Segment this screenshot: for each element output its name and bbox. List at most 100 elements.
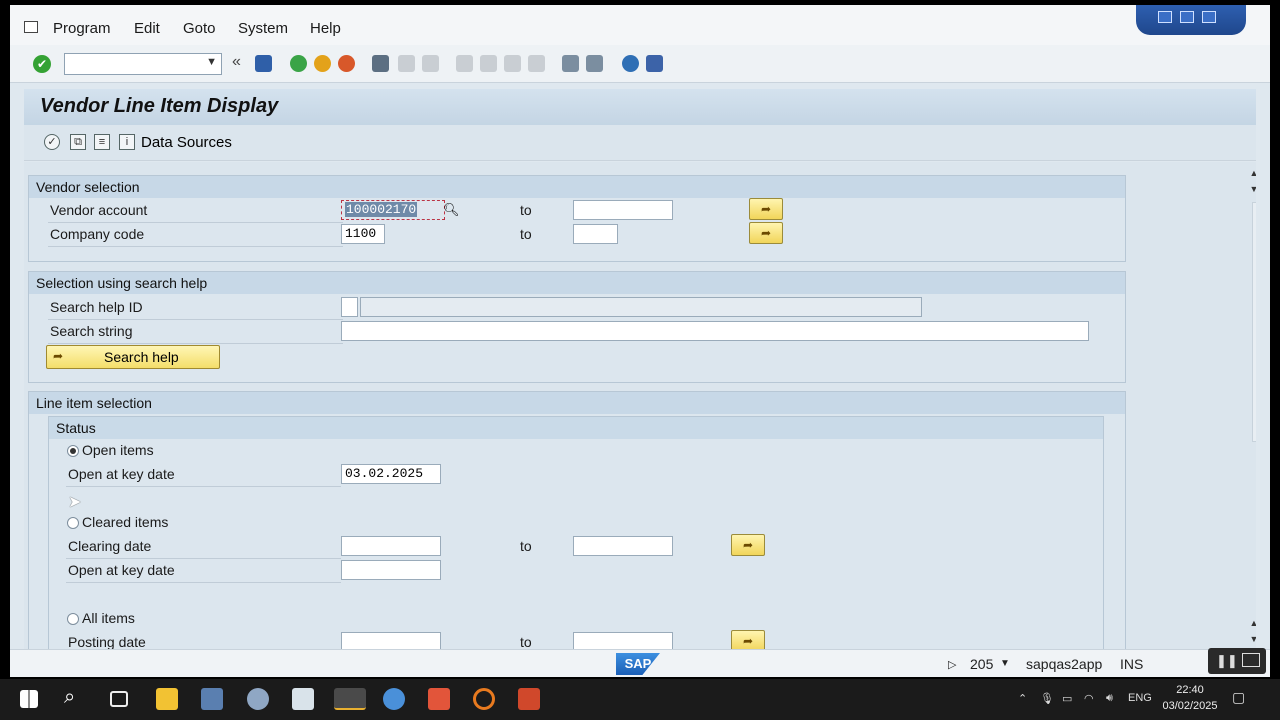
volume-icon[interactable]: 🔊︎ xyxy=(1106,692,1113,705)
chevron-down-icon[interactable]: ▼ xyxy=(206,56,217,68)
app-icon[interactable] xyxy=(473,688,495,710)
multiple-selection-icon[interactable]: ➦ xyxy=(749,198,783,220)
scroll-up-icon[interactable]: ▲ xyxy=(1248,618,1256,628)
powerpoint-icon[interactable] xyxy=(518,688,540,710)
data-sources-button[interactable]: Data Sources xyxy=(141,134,232,151)
menu-icon[interactable] xyxy=(24,21,38,33)
exit-icon[interactable] xyxy=(314,55,331,72)
first-page-icon[interactable] xyxy=(456,55,473,72)
menu-bar: Program Edit Goto System Help xyxy=(10,5,1270,45)
divider xyxy=(48,246,343,247)
clearing-date-to-input[interactable] xyxy=(573,536,673,556)
minimize-icon[interactable] xyxy=(1158,11,1172,23)
multiple-selection-icon[interactable]: ➦ xyxy=(731,630,765,649)
cancel-icon[interactable] xyxy=(338,55,355,72)
info-icon[interactable]: i xyxy=(119,134,135,150)
windows-taskbar: ⌕ ⌃ 🎙︎ ▭ ◠ 🔊︎ ENG 22:40 03/02/2025 ▢ xyxy=(0,679,1280,720)
multiple-selection-icon[interactable]: ➦ xyxy=(749,222,783,244)
save-icon[interactable] xyxy=(255,55,272,72)
scroll-up-icon[interactable]: ▲ xyxy=(1248,168,1256,178)
file-explorer-icon[interactable] xyxy=(156,688,178,710)
search-help-id-input[interactable] xyxy=(341,297,358,317)
menu-goto[interactable]: Goto xyxy=(183,20,216,37)
maximize-icon[interactable] xyxy=(1180,11,1194,23)
windows-start-icon[interactable] xyxy=(20,690,38,708)
search-help-id-label: Search help ID xyxy=(50,299,143,315)
print-icon[interactable] xyxy=(372,55,389,72)
layout-icon[interactable] xyxy=(646,55,663,72)
menu-program[interactable]: Program xyxy=(53,20,111,37)
find-icon[interactable] xyxy=(398,55,415,72)
new-session-icon[interactable] xyxy=(562,55,579,72)
group-header: Selection using search help xyxy=(29,272,1125,294)
company-code-to-input[interactable] xyxy=(573,224,618,244)
list-icon[interactable]: ≡ xyxy=(94,134,110,150)
open-items-radio[interactable] xyxy=(67,445,79,457)
scroll-down-icon[interactable]: ▼ xyxy=(1248,634,1256,644)
search-icon[interactable]: 🔍︎ xyxy=(443,202,460,218)
search-string-input[interactable] xyxy=(341,321,1089,341)
play-icon[interactable]: ▷ xyxy=(948,658,956,671)
vertical-scrollbar[interactable]: ▲ ▼ ▲ ▼ xyxy=(1248,162,1256,649)
application-toolbar: ✓ ⧉ ≡ i Data Sources xyxy=(24,125,1256,161)
pause-icon[interactable]: ❚❚ xyxy=(1216,653,1238,669)
all-items-radio[interactable] xyxy=(67,613,79,625)
previous-page-icon[interactable] xyxy=(480,55,497,72)
tray-chevron-icon[interactable]: ⌃ xyxy=(1018,692,1027,705)
last-page-icon[interactable] xyxy=(528,55,545,72)
app-icon[interactable] xyxy=(428,688,450,710)
cleared-items-radio[interactable] xyxy=(67,517,79,529)
sap-logo: SAP xyxy=(616,653,660,675)
notification-icon[interactable]: ▢ xyxy=(1232,689,1245,706)
open-items-label: Open items xyxy=(82,442,154,458)
search-icon[interactable]: ⌕ xyxy=(64,686,75,709)
variant-icon[interactable]: ⧉ xyxy=(70,134,86,150)
cleared-open-key-date-input[interactable] xyxy=(341,560,441,580)
search-help-button[interactable]: ➦ Search help xyxy=(46,345,220,369)
next-page-icon[interactable] xyxy=(504,55,521,72)
status-group: Status Open items Open at key date 03.02… xyxy=(48,416,1104,649)
posting-date-input[interactable] xyxy=(341,632,441,649)
vendor-account-to-input[interactable] xyxy=(573,200,673,220)
chevron-down-icon[interactable]: ▼ xyxy=(1000,658,1010,669)
fullscreen-icon[interactable] xyxy=(1242,653,1260,667)
command-field[interactable]: ▼ xyxy=(64,53,222,75)
enter-check-icon[interactable]: ✔ xyxy=(33,55,51,73)
company-code-input[interactable]: 1100 xyxy=(341,224,385,244)
clock-date: 03/02/2025 xyxy=(1162,700,1218,712)
menu-edit[interactable]: Edit xyxy=(134,20,160,37)
app-icon[interactable] xyxy=(247,688,269,710)
vendor-selection-group: Vendor selection Vendor account 10000217… xyxy=(28,175,1126,262)
shortcut-icon[interactable] xyxy=(586,55,603,72)
open-key-date-input[interactable]: 03.02.2025 xyxy=(341,464,441,484)
language-indicator[interactable]: ENG xyxy=(1128,692,1152,704)
chrome-icon[interactable] xyxy=(383,688,405,710)
posting-date-to-input[interactable] xyxy=(573,632,673,649)
back-icon[interactable] xyxy=(290,55,307,72)
execute-icon[interactable]: ✓ xyxy=(44,134,60,150)
menu-system[interactable]: System xyxy=(238,20,288,37)
clock[interactable]: 22:40 03/02/2025 xyxy=(1158,682,1222,714)
close-icon[interactable] xyxy=(1202,11,1216,23)
cleared-open-key-date-label: Open at key date xyxy=(68,562,175,578)
multiple-selection-icon[interactable]: ➦ xyxy=(731,534,765,556)
collapse-icon[interactable]: « xyxy=(232,53,241,71)
scroll-down-icon[interactable]: ▼ xyxy=(1248,184,1256,194)
find-next-icon[interactable] xyxy=(422,55,439,72)
task-view-icon[interactable] xyxy=(110,691,128,707)
search-help-group: Selection using search help Search help … xyxy=(28,271,1126,383)
vendor-account-input[interactable]: 100002170 xyxy=(341,200,445,220)
battery-icon[interactable]: ▭ xyxy=(1062,692,1072,705)
session-number: 205 xyxy=(970,656,994,672)
video-controls: ❚❚ xyxy=(1208,648,1266,674)
menu-help[interactable]: Help xyxy=(310,20,341,37)
sap-logon-icon[interactable] xyxy=(334,688,366,710)
clearing-date-input[interactable] xyxy=(341,536,441,556)
company-code-label: Company code xyxy=(50,226,145,242)
mail-icon[interactable] xyxy=(292,688,314,710)
help-icon[interactable] xyxy=(622,55,639,72)
microphone-icon[interactable]: 🎙︎ xyxy=(1040,692,1054,705)
network-icon[interactable]: ◠ xyxy=(1084,692,1094,705)
calculator-icon[interactable] xyxy=(201,688,223,710)
scroll-thumb[interactable] xyxy=(1252,202,1256,442)
